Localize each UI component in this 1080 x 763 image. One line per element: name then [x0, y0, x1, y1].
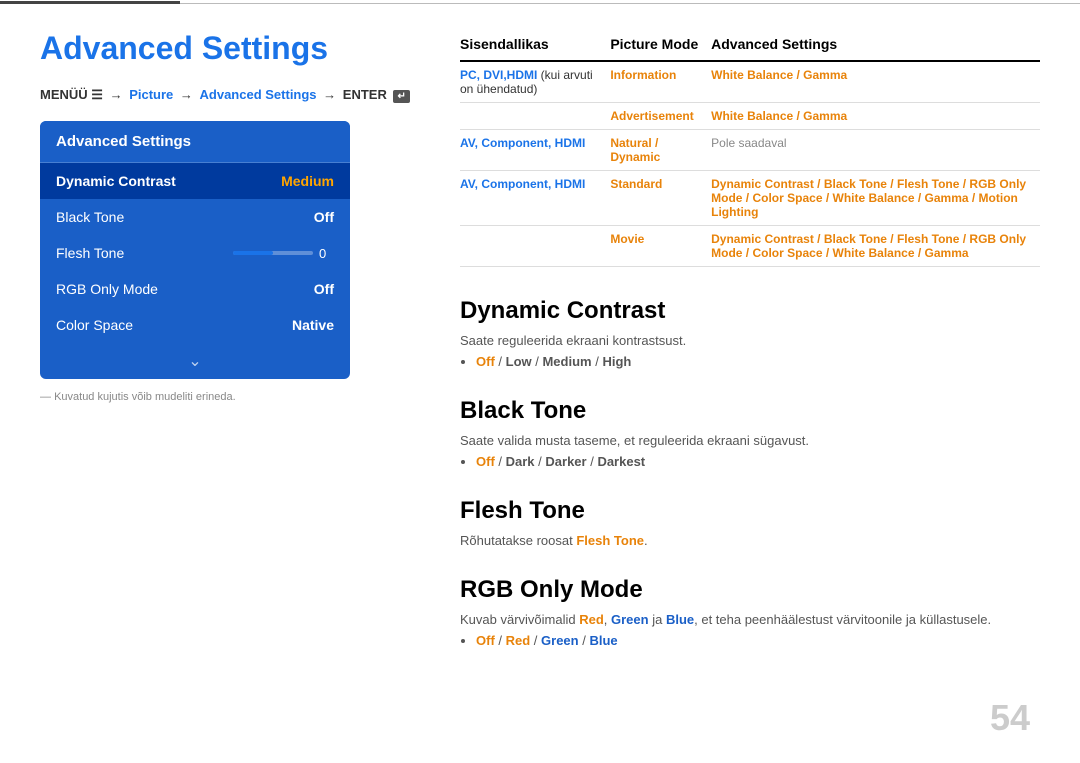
- flesh-tone-value: 0: [319, 246, 334, 261]
- section-title-rgb-only: RGB Only Mode: [460, 576, 1040, 604]
- table-cell-settings-4: Dynamic Contrast / Black Tone / Flesh To…: [711, 171, 1040, 226]
- flesh-tone-label: Flesh Tone: [56, 245, 124, 261]
- color-space-value: Native: [292, 317, 334, 333]
- arrow-1: →: [110, 87, 127, 102]
- table-cell-settings-5: Dynamic Contrast / Black Tone / Flesh To…: [711, 226, 1040, 267]
- section-flesh-tone: Flesh Tone Rõhutatakse roosat Flesh Tone…: [460, 497, 1040, 548]
- arrow-3: →: [323, 87, 340, 102]
- rgb-only-label: RGB Only Mode: [56, 281, 158, 297]
- section-desc-rgb-only: Kuvab värvivõimalid Red, Green ja Blue, …: [460, 612, 1040, 627]
- settings-panel: Advanced Settings Dynamic Contrast Mediu…: [40, 121, 350, 379]
- enter-icon: ↵: [393, 90, 409, 103]
- flesh-tone-slider-container: 0: [233, 246, 334, 261]
- image-note: Kuvatud kujutis võib mudeliti erineda.: [40, 391, 410, 403]
- menu-path: MENÜÜ ☰ → Picture → Advanced Settings → …: [40, 87, 410, 103]
- section-options-dynamic-contrast: Off / Low / Medium / High: [460, 354, 1040, 369]
- table-cell-mode-2: Advertisement: [610, 103, 711, 130]
- slider-track[interactable]: [233, 251, 313, 255]
- page-number: 54: [990, 697, 1030, 739]
- table-header-source: Sisendallikas: [460, 30, 610, 61]
- black-tone-label: Black Tone: [56, 209, 124, 225]
- color-space-label: Color Space: [56, 317, 133, 333]
- right-column: Sisendallikas Picture Mode Advanced Sett…: [450, 30, 1040, 676]
- table-cell-mode-4: Standard: [610, 171, 711, 226]
- table-cell-settings-3: Pole saadaval: [711, 130, 1040, 171]
- panel-item-color-space[interactable]: Color Space Native: [40, 307, 350, 343]
- page-title: Advanced Settings: [40, 30, 410, 67]
- section-desc-dynamic-contrast: Saate reguleerida ekraani kontrastsust.: [460, 333, 1040, 348]
- section-desc-flesh-tone: Rõhutatakse roosat Flesh Tone.: [460, 533, 1040, 548]
- list-item: Off / Dark / Darker / Darkest: [476, 454, 1040, 469]
- table-cell-source-5: [460, 226, 610, 267]
- slider-fill: [233, 251, 273, 255]
- dynamic-contrast-label: Dynamic Contrast: [56, 173, 176, 189]
- table-cell-settings-2: White Balance / Gamma: [711, 103, 1040, 130]
- picture-link: Picture: [129, 87, 173, 102]
- list-item: Off / Red / Green / Blue: [476, 633, 1040, 648]
- section-desc-black-tone: Saate valida musta taseme, et reguleerid…: [460, 433, 1040, 448]
- panel-item-black-tone[interactable]: Black Tone Off: [40, 199, 350, 235]
- table-cell-source-3: AV, Component, HDMI: [460, 130, 610, 171]
- section-title-dynamic-contrast: Dynamic Contrast: [460, 297, 1040, 325]
- rgb-only-value: Off: [314, 281, 334, 297]
- panel-title: Advanced Settings: [40, 121, 350, 163]
- table-header-mode: Picture Mode: [610, 30, 711, 61]
- panel-chevron-down[interactable]: ⌄: [40, 343, 350, 379]
- arrow-2: →: [180, 87, 197, 102]
- section-title-black-tone: Black Tone: [460, 397, 1040, 425]
- section-title-flesh-tone: Flesh Tone: [460, 497, 1040, 525]
- table-cell-mode-3: Natural / Dynamic: [610, 130, 711, 171]
- list-item: Off / Low / Medium / High: [476, 354, 1040, 369]
- table-row: Movie Dynamic Contrast / Black Tone / Fl…: [460, 226, 1040, 267]
- section-options-black-tone: Off / Dark / Darker / Darkest: [460, 454, 1040, 469]
- section-options-rgb-only: Off / Red / Green / Blue: [460, 633, 1040, 648]
- info-table: Sisendallikas Picture Mode Advanced Sett…: [460, 30, 1040, 267]
- dynamic-contrast-value: Medium: [281, 173, 334, 189]
- table-cell-source-4: AV, Component, HDMI: [460, 171, 610, 226]
- table-header-settings: Advanced Settings: [711, 30, 1040, 61]
- panel-item-dynamic-contrast[interactable]: Dynamic Contrast Medium: [40, 163, 350, 199]
- enter-text: ENTER: [343, 87, 391, 102]
- table-cell-source-1: PC, DVI,HDMI (kui arvuti on ühendatud): [460, 61, 610, 103]
- table-row: PC, DVI,HDMI (kui arvuti on ühendatud) I…: [460, 61, 1040, 103]
- panel-item-rgb-only[interactable]: RGB Only Mode Off: [40, 271, 350, 307]
- panel-item-flesh-tone[interactable]: Flesh Tone 0: [40, 235, 350, 271]
- table-cell-settings-1: White Balance / Gamma: [711, 61, 1040, 103]
- section-rgb-only: RGB Only Mode Kuvab värvivõimalid Red, G…: [460, 576, 1040, 648]
- table-cell-mode-5: Movie: [610, 226, 711, 267]
- black-tone-value: Off: [314, 209, 334, 225]
- table-row: Advertisement White Balance / Gamma: [460, 103, 1040, 130]
- menu-label: MENÜÜ ☰: [40, 87, 103, 102]
- table-row: AV, Component, HDMI Standard Dynamic Con…: [460, 171, 1040, 226]
- table-row: AV, Component, HDMI Natural / Dynamic Po…: [460, 130, 1040, 171]
- advanced-settings-link: Advanced Settings: [200, 87, 317, 102]
- section-black-tone: Black Tone Saate valida musta taseme, et…: [460, 397, 1040, 469]
- table-cell-mode-1: Information: [610, 61, 711, 103]
- table-cell-source-2: [460, 103, 610, 130]
- chevron-down-icon: ⌄: [188, 353, 201, 370]
- section-dynamic-contrast: Dynamic Contrast Saate reguleerida ekraa…: [460, 297, 1040, 369]
- left-column: Advanced Settings MENÜÜ ☰ → Picture → Ad…: [40, 30, 410, 676]
